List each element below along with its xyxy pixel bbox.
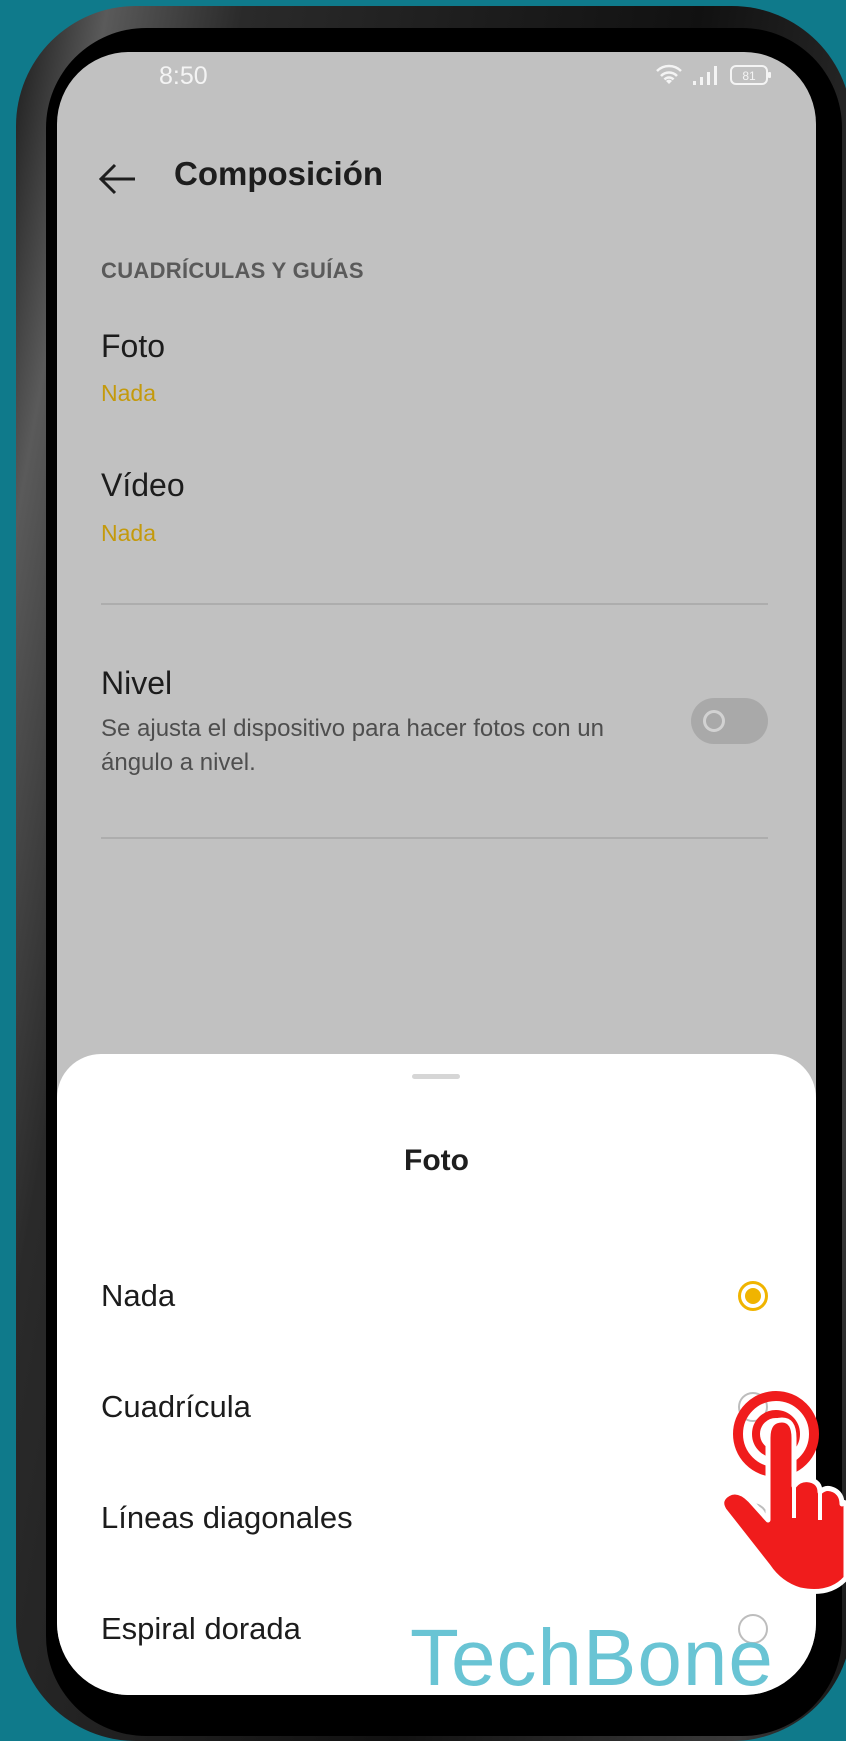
page-title: Composición (174, 155, 384, 192)
option-nada[interactable]: Nada (101, 1268, 768, 1328)
section-header: CUADRÍCULAS Y GUÍAS (101, 258, 364, 283)
setting-foto-title: Foto (101, 328, 166, 364)
tap-hand-icon (719, 1391, 846, 1594)
setting-foto-value: Nada (101, 380, 156, 406)
level-toggle[interactable] (691, 698, 768, 744)
sheet-title: Foto (404, 1144, 469, 1177)
option-cuadricula[interactable]: Cuadrícula (101, 1379, 768, 1439)
battery-icon: 81 (730, 65, 771, 85)
status-time: 8:50 (159, 62, 208, 90)
option-label: Cuadrícula (101, 1389, 251, 1424)
battery-level: 81 (742, 69, 756, 83)
setting-video-title: Vídeo (101, 467, 185, 503)
wifi-icon (656, 64, 682, 84)
option-label: Líneas diagonales (101, 1500, 353, 1535)
status-icons: 81 (656, 64, 772, 86)
option-lineas-diagonales[interactable]: Líneas diagonales (101, 1490, 768, 1550)
option-label: Nada (101, 1278, 176, 1313)
signal-icon (693, 66, 717, 85)
option-label: Espiral dorada (101, 1611, 301, 1646)
setting-level-title: Nivel (101, 665, 173, 701)
radio-selected-icon[interactable] (738, 1281, 768, 1311)
watermark-logo: TechBone (410, 1613, 774, 1702)
divider (101, 837, 768, 839)
toggle-knob (703, 710, 725, 732)
phone-screen: 8:50 81 Composición CUADRÍCULAS Y GUÍAS … (57, 52, 816, 1695)
setting-video-value: Nada (101, 520, 156, 546)
divider (101, 603, 768, 605)
setting-level-description: Se ajusta el dispositivo para hacer foto… (101, 715, 604, 776)
bottom-sheet: Foto Nada Cuadrícula Líneas diagonales E… (57, 1054, 816, 1695)
sheet-drag-handle[interactable] (412, 1074, 460, 1079)
arrow-left-icon[interactable] (97, 158, 139, 200)
